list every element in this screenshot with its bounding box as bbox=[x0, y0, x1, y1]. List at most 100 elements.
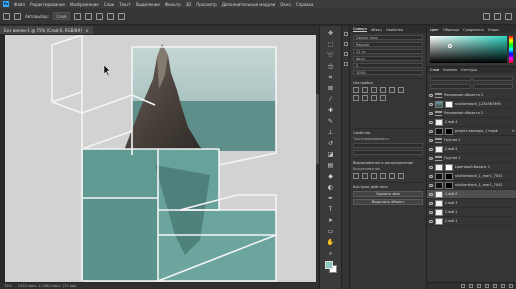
font-family-field[interactable]: DejaVu Sans bbox=[353, 35, 423, 40]
underline-icon[interactable] bbox=[353, 95, 359, 101]
caps-icon[interactable] bbox=[371, 87, 377, 93]
color-picker[interactable] bbox=[430, 36, 513, 63]
folder-icon[interactable] bbox=[493, 284, 497, 288]
menu-type[interactable]: Текст bbox=[119, 2, 131, 7]
gradient-tool-icon[interactable]: ▤ bbox=[327, 162, 335, 170]
eye-icon[interactable] bbox=[429, 183, 433, 187]
layer-fx-badge[interactable]: fx bbox=[512, 129, 515, 133]
adjustment-icon[interactable] bbox=[485, 284, 489, 288]
menu-3d[interactable]: 3D bbox=[186, 2, 192, 7]
font-size-field[interactable]: 12 пт bbox=[353, 49, 423, 54]
menu-filter[interactable]: Фильтр bbox=[165, 2, 181, 7]
color-cursor[interactable] bbox=[448, 44, 453, 49]
fraction-icon[interactable] bbox=[371, 95, 377, 101]
tab-patterns[interactable]: Узоры bbox=[488, 28, 499, 32]
eye-icon[interactable] bbox=[429, 111, 433, 115]
brush-tool-icon[interactable]: ✎ bbox=[327, 118, 335, 126]
superscript-icon[interactable] bbox=[389, 87, 395, 93]
eyedropper-tool-icon[interactable]: ⁄ bbox=[327, 96, 335, 104]
layer-row[interactable]: Слой 2 bbox=[427, 208, 516, 217]
layer-row[interactable]: Слой 6 bbox=[427, 190, 516, 199]
layer-mask-thumbnail[interactable] bbox=[445, 181, 453, 189]
menu-image[interactable]: Изображение bbox=[70, 2, 99, 7]
font-style-field[interactable]: Regular bbox=[353, 42, 423, 47]
eye-icon[interactable] bbox=[429, 165, 433, 169]
tab-channels[interactable]: Каналы bbox=[443, 68, 457, 72]
menu-layers[interactable]: Слои bbox=[104, 2, 114, 7]
align-vcenter-icon[interactable] bbox=[389, 173, 395, 179]
move-tool-icon[interactable]: ✥ bbox=[327, 30, 335, 38]
lasso-tool-icon[interactable]: ➰ bbox=[327, 52, 335, 60]
document-tab[interactable]: Без имени-1 @ 75% (Слой 6, RGB/8#) × bbox=[0, 26, 93, 34]
blur-tool-icon[interactable]: ◆ bbox=[327, 173, 335, 181]
stamp-tool-icon[interactable]: ⊥ bbox=[327, 129, 335, 137]
eye-icon[interactable] bbox=[429, 93, 433, 97]
close-tab-icon[interactable]: × bbox=[85, 28, 88, 33]
history-brush-tool-icon[interactable]: ↺ bbox=[327, 140, 335, 148]
eye-icon[interactable] bbox=[429, 129, 433, 133]
blend-mode-select[interactable] bbox=[472, 75, 513, 81]
magic-wand-tool-icon[interactable]: ⚝ bbox=[327, 63, 335, 71]
tab-properties[interactable]: Свойства bbox=[386, 28, 403, 32]
layer-row[interactable]: Группа 2 bbox=[427, 136, 516, 145]
tab-layers[interactable]: Слои bbox=[430, 68, 439, 72]
align-top-icon[interactable] bbox=[380, 173, 386, 179]
layer-row[interactable]: Слой 4 bbox=[427, 118, 516, 127]
move-tool-icon[interactable] bbox=[14, 12, 21, 20]
layer-mask-thumbnail[interactable] bbox=[445, 172, 453, 180]
new-layer-icon[interactable] bbox=[501, 284, 505, 288]
hue-slider[interactable] bbox=[509, 36, 513, 63]
tab-swatches[interactable]: Образцы bbox=[443, 28, 459, 32]
layer-row[interactable]: Рисование объекта 2 bbox=[427, 91, 516, 100]
adjustments-icon[interactable] bbox=[343, 62, 348, 66]
frame-tool-icon[interactable]: ⊠ bbox=[327, 85, 335, 93]
align-center-icon[interactable] bbox=[84, 12, 92, 20]
rectangle-tool-icon[interactable]: ▭ bbox=[327, 228, 335, 236]
tab-paths[interactable]: Контуры bbox=[461, 68, 477, 72]
small-caps-icon[interactable] bbox=[380, 87, 386, 93]
layer-mask-thumbnail[interactable] bbox=[445, 163, 453, 171]
menu-file[interactable]: Файл bbox=[14, 2, 25, 7]
eye-icon[interactable] bbox=[429, 210, 433, 214]
brush-settings-icon[interactable] bbox=[343, 42, 348, 46]
transform-h-field[interactable] bbox=[353, 150, 423, 155]
layer-row[interactable]: Цветовой баланс 1 bbox=[427, 163, 516, 172]
fx-icon[interactable] bbox=[469, 284, 473, 288]
scale-field[interactable]: 100% bbox=[353, 70, 423, 75]
select-subject-button[interactable]: Выделить объект bbox=[353, 199, 423, 205]
dodge-tool-icon[interactable]: ◐ bbox=[327, 184, 335, 192]
lock-controls[interactable] bbox=[430, 83, 471, 89]
share-icon[interactable] bbox=[505, 12, 512, 20]
zoom-level[interactable]: 75% bbox=[4, 284, 12, 288]
eye-icon[interactable] bbox=[429, 219, 433, 223]
layer-row[interactable]: shutterstock_1_mar1_7042 bbox=[427, 181, 516, 190]
pen-tool-icon[interactable]: ✒ bbox=[327, 195, 335, 203]
saturation-field[interactable] bbox=[430, 36, 507, 63]
align-bottom-icon[interactable] bbox=[398, 173, 404, 179]
layer-row[interactable]: Слой 3 bbox=[427, 199, 516, 208]
eye-icon[interactable] bbox=[429, 156, 433, 160]
hand-tool-icon[interactable]: ✋ bbox=[327, 239, 335, 247]
healing-tool-icon[interactable]: ✚ bbox=[327, 107, 335, 115]
remove-background-button[interactable]: Удалить фон bbox=[353, 191, 423, 197]
layer-mask-thumbnail[interactable] bbox=[445, 127, 453, 135]
eye-icon[interactable] bbox=[429, 138, 433, 142]
layer-row[interactable]: shutterstock_1_mar1_7041 bbox=[427, 172, 516, 181]
align-left-icon[interactable] bbox=[353, 173, 359, 179]
zoom-tool-icon[interactable]: ⌕ bbox=[327, 250, 335, 258]
distribute-icon[interactable] bbox=[106, 12, 114, 20]
menu-view[interactable]: Просмотр bbox=[196, 2, 217, 7]
align-right-icon[interactable] bbox=[95, 12, 103, 20]
search-icon[interactable] bbox=[483, 12, 490, 20]
autoselect-dropdown[interactable]: Слой bbox=[53, 12, 70, 20]
workspace-icon[interactable] bbox=[494, 12, 501, 20]
marquee-tool-icon[interactable]: ⬚ bbox=[327, 41, 335, 49]
eye-icon[interactable] bbox=[429, 102, 433, 106]
menu-select[interactable]: Выделение bbox=[136, 2, 160, 7]
layer-row[interactable]: shutterstock_1234567890 bbox=[427, 100, 516, 109]
tab-gradients[interactable]: Градиенты bbox=[463, 28, 483, 32]
layer-row[interactable]: Группа 1 bbox=[427, 154, 516, 163]
mask-icon[interactable] bbox=[477, 284, 481, 288]
eye-icon[interactable] bbox=[429, 192, 433, 196]
eye-icon[interactable] bbox=[429, 147, 433, 151]
